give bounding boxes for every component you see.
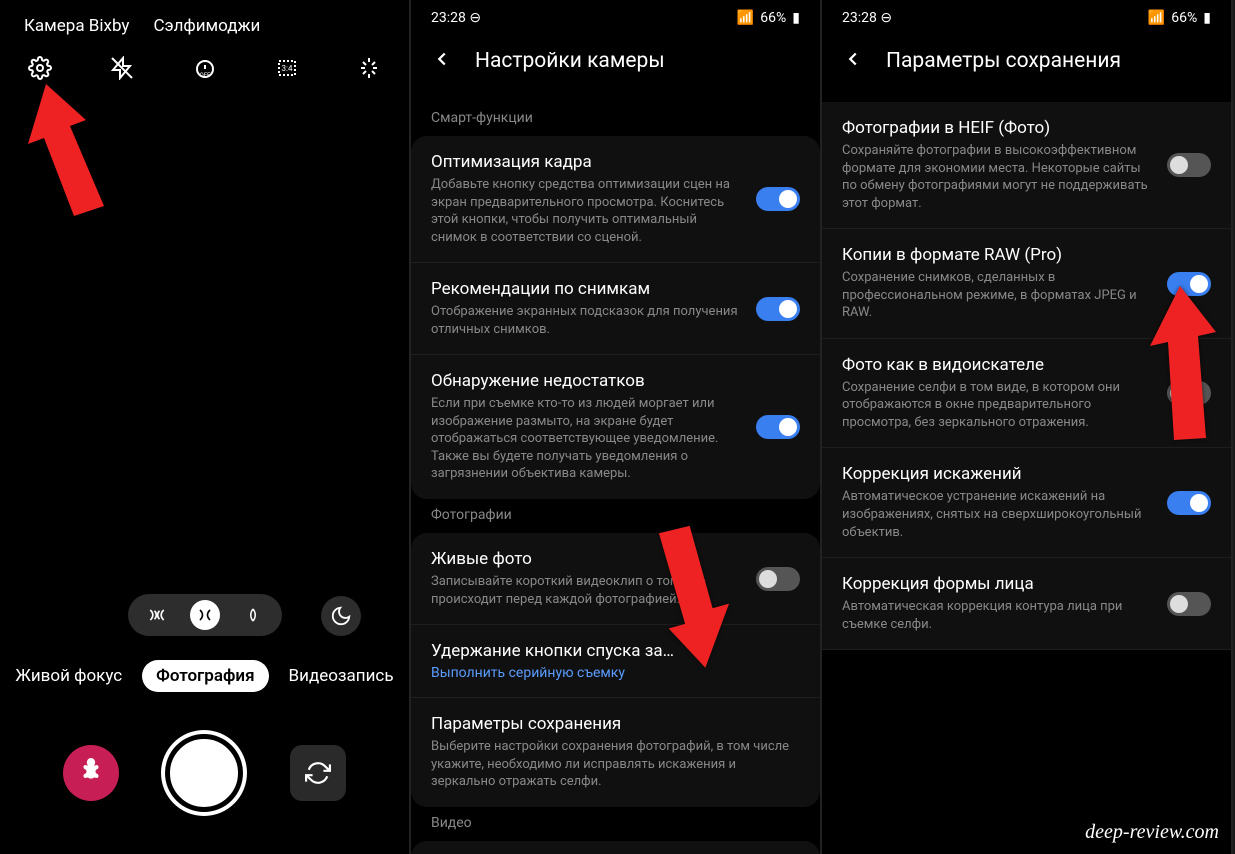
status-bar: 23:28 ⊖ 📶 66% ▮ bbox=[411, 0, 820, 32]
switch-camera-icon[interactable] bbox=[290, 745, 346, 801]
section-smart: Смарт-функции bbox=[411, 102, 820, 136]
back-icon[interactable] bbox=[842, 48, 864, 74]
status-battery: 📶 66% ▮ bbox=[1148, 10, 1211, 26]
setting-video-size[interactable]: Размер видео (основная камера) 16:9 FHD … bbox=[411, 841, 820, 854]
back-icon[interactable] bbox=[431, 48, 453, 74]
timer-off-icon[interactable]: OFF bbox=[193, 56, 217, 84]
shutter-button[interactable] bbox=[165, 734, 243, 812]
mode-live-focus[interactable]: Живой фокус bbox=[15, 666, 122, 686]
setting-hold-shutter[interactable]: Удержание кнопки спуска за… Выполнить се… bbox=[411, 625, 820, 698]
selfiemoji-link[interactable]: Сэлфимоджи bbox=[153, 16, 260, 36]
save-options-panel: 23:28 ⊖ 📶 66% ▮ Параметры сохранения Фот… bbox=[822, 0, 1233, 854]
status-time: 23:28 ⊖ bbox=[842, 10, 892, 26]
toggle-raw-copies[interactable] bbox=[1167, 272, 1211, 296]
status-bar: 23:28 ⊖ 📶 66% ▮ bbox=[822, 0, 1231, 32]
setting-distortion-correction[interactable]: Коррекция искажений Автоматическое устра… bbox=[822, 448, 1231, 558]
toggle-motion-photo[interactable] bbox=[756, 567, 800, 591]
page-title: Параметры сохранения bbox=[886, 49, 1121, 73]
mode-video[interactable]: Видеозапись bbox=[289, 666, 394, 686]
section-photos: Фотографии bbox=[411, 499, 820, 533]
setting-selfie-as-preview[interactable]: Фото как в видоискателе Сохранение селфи… bbox=[822, 339, 1231, 449]
setting-face-shape-correction[interactable]: Коррекция формы лица Автоматическая корр… bbox=[822, 558, 1231, 650]
effects-icon[interactable] bbox=[357, 56, 381, 84]
toggle-heif[interactable] bbox=[1167, 153, 1211, 177]
camera-app-panel: Камера Bixby Сэлфимоджи OFF 3:4 Живой фо… bbox=[0, 0, 411, 854]
gallery-thumbnail[interactable] bbox=[63, 745, 119, 801]
zoom-ultrawide-icon[interactable] bbox=[142, 600, 172, 630]
mode-photo[interactable]: Фотография bbox=[142, 660, 268, 692]
camera-settings-panel: 23:28 ⊖ 📶 66% ▮ Настройки камеры Смарт-ф… bbox=[411, 0, 822, 854]
night-mode-icon[interactable] bbox=[321, 596, 361, 636]
settings-gear-icon[interactable] bbox=[28, 56, 52, 84]
svg-text:3:4: 3:4 bbox=[281, 64, 292, 73]
zoom-wide-icon[interactable] bbox=[190, 600, 220, 630]
toggle-flaw-detection[interactable] bbox=[756, 415, 800, 439]
toggle-face-shape-correction[interactable] bbox=[1167, 592, 1211, 616]
setting-scene-optimizer[interactable]: Оптимизация кадра Добавьте кнопку средст… bbox=[411, 136, 820, 263]
page-title: Настройки камеры bbox=[475, 49, 665, 73]
section-video: Видео bbox=[411, 807, 820, 841]
toggle-distortion-correction[interactable] bbox=[1167, 491, 1211, 515]
setting-heif[interactable]: Фотографии в HEIF (Фото) Сохраняйте фото… bbox=[822, 102, 1231, 229]
bixby-camera-link[interactable]: Камера Bixby bbox=[24, 16, 129, 36]
toggle-scene-optimizer[interactable] bbox=[756, 187, 800, 211]
toggle-selfie-as-preview[interactable] bbox=[1167, 381, 1211, 405]
zoom-selector bbox=[128, 594, 282, 636]
zoom-tele-icon[interactable] bbox=[238, 600, 268, 630]
svg-text:OFF: OFF bbox=[199, 72, 210, 79]
watermark: deep-review.com bbox=[1085, 821, 1219, 844]
toggle-shot-suggestions[interactable] bbox=[756, 297, 800, 321]
status-time: 23:28 ⊖ bbox=[431, 10, 481, 26]
setting-flaw-detection[interactable]: Обнаружение недостатков Если при съемке … bbox=[411, 355, 820, 499]
setting-save-options[interactable]: Параметры сохранения Выберите настройки … bbox=[411, 698, 820, 807]
setting-motion-photo[interactable]: Живые фото Записывайте короткий видеокли… bbox=[411, 533, 820, 625]
flash-off-icon[interactable] bbox=[110, 56, 134, 84]
aspect-ratio-icon[interactable]: 3:4 bbox=[275, 56, 299, 84]
setting-shot-suggestions[interactable]: Рекомендации по снимкам Отображение экра… bbox=[411, 263, 820, 355]
status-battery: 📶 66% ▮ bbox=[737, 10, 800, 26]
setting-raw-copies[interactable]: Копии в формате RAW (Pro) Сохранение сни… bbox=[822, 229, 1231, 339]
